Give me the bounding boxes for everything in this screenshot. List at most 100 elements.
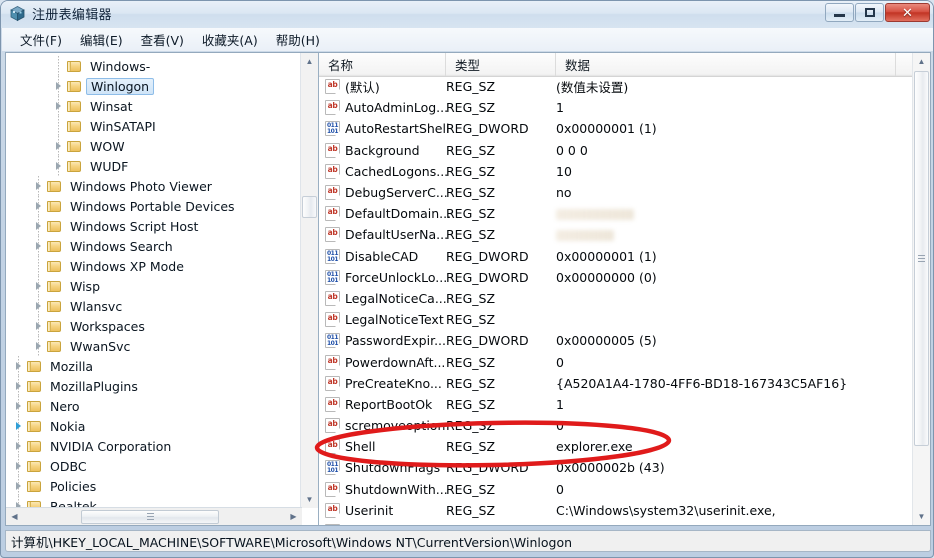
table-row[interactable]: ab AutoAdminLog... REG_SZ 1 xyxy=(319,97,913,118)
tree-node[interactable]: Windows Search xyxy=(6,236,302,256)
chevron-right-icon[interactable] xyxy=(34,241,45,252)
table-row[interactable]: 011 101 AutoRestartShell REG_DWORD 0x0000000… xyxy=(319,118,913,139)
tree-node-label: Workspaces xyxy=(70,318,145,334)
list-vscroll-thumb[interactable] xyxy=(914,71,929,446)
minimize-button[interactable] xyxy=(825,3,854,22)
table-row[interactable]: 011 101 DisableCAD REG_DWORD 0x00000001 (1) xyxy=(319,246,913,267)
table-row[interactable]: ab LegalNoticeText REG_SZ xyxy=(319,309,913,330)
list-scroll-up-icon[interactable]: ▲ xyxy=(913,53,930,70)
tree-node-label: ODBC xyxy=(50,458,87,474)
tree-scroll-left-icon[interactable]: ◀ xyxy=(6,509,23,525)
chevron-right-icon[interactable] xyxy=(54,141,65,152)
tree-scroll-up-icon[interactable]: ▲ xyxy=(301,53,318,70)
tree-node[interactable]: WinSATAPI xyxy=(6,116,302,136)
folder-icon xyxy=(47,260,62,273)
chevron-right-icon[interactable] xyxy=(14,461,25,472)
column-header-name[interactable]: 名称 xyxy=(319,53,446,76)
table-row[interactable]: ab Shell REG_SZ explorer.exe xyxy=(319,436,913,457)
chevron-right-icon[interactable] xyxy=(34,281,45,292)
menu-edit[interactable]: 编辑(E) xyxy=(71,28,132,51)
chevron-right-icon[interactable] xyxy=(14,361,25,372)
tree-node[interactable]: Nero xyxy=(6,396,302,416)
value-data: explorer.exe xyxy=(556,439,633,455)
tree-node[interactable]: Windows Portable Devices xyxy=(6,196,302,216)
list-vertical-scrollbar[interactable]: ▲ ▼ xyxy=(912,53,930,525)
tree-vertical-scrollbar[interactable]: ▲ ▼ xyxy=(300,53,318,508)
tree-node[interactable]: Mozilla xyxy=(6,356,302,376)
chevron-right-icon[interactable] xyxy=(54,81,65,92)
chevron-right-icon[interactable] xyxy=(34,341,45,352)
chevron-right-icon[interactable] xyxy=(54,161,65,172)
table-row[interactable]: ab DebugServerC... REG_SZ no xyxy=(319,182,913,203)
table-row[interactable]: ab Userinit REG_SZ C:\Windows\system32\user… xyxy=(319,500,913,521)
tree-node[interactable]: Wisp xyxy=(6,276,302,296)
tree-node[interactable]: Windows- xyxy=(6,56,302,76)
table-row[interactable]: 011 101 ForceUnlockLo... REG_DWORD 0x0000000… xyxy=(319,267,913,288)
chevron-right-icon[interactable] xyxy=(34,181,45,192)
table-row[interactable]: ab (默认) REG_SZ (数值未设置) xyxy=(319,76,913,97)
tree-node[interactable]: WUDF xyxy=(6,156,302,176)
tree-node-label: Wlansvc xyxy=(70,298,123,314)
menu-help[interactable]: 帮助(H) xyxy=(267,28,329,51)
chevron-right-icon[interactable] xyxy=(34,221,45,232)
folder-icon xyxy=(27,380,42,393)
tree-node[interactable]: ODBC xyxy=(6,456,302,476)
tree-node[interactable]: Windows Photo Viewer xyxy=(6,176,302,196)
chevron-right-icon[interactable] xyxy=(54,101,65,112)
tree-scroll-right-icon[interactable]: ▶ xyxy=(285,509,302,525)
table-row[interactable]: ab Background REG_SZ 0 0 0 xyxy=(319,140,913,161)
tree-node[interactable]: Workspaces xyxy=(6,316,302,336)
value-type: REG_DWORD xyxy=(446,121,529,137)
tree-node[interactable]: Nokia xyxy=(6,416,302,436)
table-row[interactable]: ab CachedLogons... REG_SZ 10 xyxy=(319,161,913,182)
maximize-button[interactable] xyxy=(855,3,884,22)
title-bar[interactable]: 注册表编辑器 ✕ xyxy=(1,1,933,28)
tree-scroll-down-icon[interactable]: ▼ xyxy=(301,491,318,508)
close-button[interactable]: ✕ xyxy=(885,3,930,22)
value-name-cell: ab DefaultUserNa... xyxy=(319,227,448,243)
tree-node[interactable]: Wlansvc xyxy=(6,296,302,316)
column-header-data[interactable]: 数据 xyxy=(556,53,896,76)
menu-view[interactable]: 查看(V) xyxy=(132,28,193,51)
value-name-cell: ab PreCreateKno... xyxy=(319,375,446,391)
table-row[interactable]: ab PreCreateKno... REG_SZ {A520A1A4-1780-4F… xyxy=(319,373,913,394)
tree-node[interactable]: Windows XP Mode xyxy=(6,256,302,276)
tree-node[interactable]: WwanSvc xyxy=(6,336,302,356)
table-row[interactable]: ab DefaultUserNa... REG_SZ xyxy=(319,224,913,245)
chevron-right-icon[interactable] xyxy=(14,401,25,412)
tree-vscroll-thumb[interactable] xyxy=(302,196,317,218)
chevron-right-icon[interactable] xyxy=(34,201,45,212)
table-row[interactable]: ab PowerdownAft... REG_SZ 0 xyxy=(319,351,913,372)
chevron-right-icon[interactable] xyxy=(14,381,25,392)
table-row[interactable]: ab DefaultDomain... REG_SZ xyxy=(319,203,913,224)
tree-node-label: Policies xyxy=(50,478,97,494)
tree-hscroll-track[interactable] xyxy=(23,508,285,525)
tree-node[interactable]: Winsat xyxy=(6,96,302,116)
tree-horizontal-scrollbar[interactable]: ◀ ▶ xyxy=(6,507,302,525)
tree-hscroll-thumb[interactable] xyxy=(80,509,220,524)
chevron-right-icon[interactable] xyxy=(14,481,25,492)
value-name: PowerdownAft... xyxy=(345,354,446,370)
chevron-right-icon[interactable] xyxy=(14,421,25,432)
table-row[interactable]: ab ReportBootOk REG_SZ 1 xyxy=(319,394,913,415)
column-header-type[interactable]: 类型 xyxy=(446,53,556,76)
tree-node[interactable]: WOW xyxy=(6,136,302,156)
tree-node-label: Windows- xyxy=(90,58,151,74)
tree-node[interactable]: NVIDIA Corporation xyxy=(6,436,302,456)
tree-node[interactable]: Winlogon xyxy=(6,76,302,96)
chevron-right-icon[interactable] xyxy=(34,321,45,332)
table-row[interactable]: ab scremoveoption REG_SZ 0 xyxy=(319,415,913,436)
table-row[interactable]: ab ShutdownWith... REG_SZ 0 xyxy=(319,479,913,500)
table-row[interactable]: 011 101 PasswordExpir... REG_DWORD 0x0000000… xyxy=(319,330,913,351)
menu-file[interactable]: 文件(F) xyxy=(11,28,71,51)
table-row[interactable]: 011 101 ShutdownFlags REG_DWORD 0x0000002b (… xyxy=(319,457,913,478)
chevron-right-icon[interactable] xyxy=(34,301,45,312)
chevron-right-icon[interactable] xyxy=(14,441,25,452)
menu-favorites[interactable]: 收藏夹(A) xyxy=(193,28,267,51)
table-row[interactable]: ab LegalNoticeCa... REG_SZ xyxy=(319,288,913,309)
table-row[interactable]: ab VMA... REG_SZ xyxy=(319,521,913,525)
tree-node[interactable]: MozillaPlugins xyxy=(6,376,302,396)
tree-node[interactable]: Windows Script Host xyxy=(6,216,302,236)
tree-node[interactable]: Policies xyxy=(6,476,302,496)
list-scroll-down-icon[interactable]: ▼ xyxy=(913,508,930,525)
